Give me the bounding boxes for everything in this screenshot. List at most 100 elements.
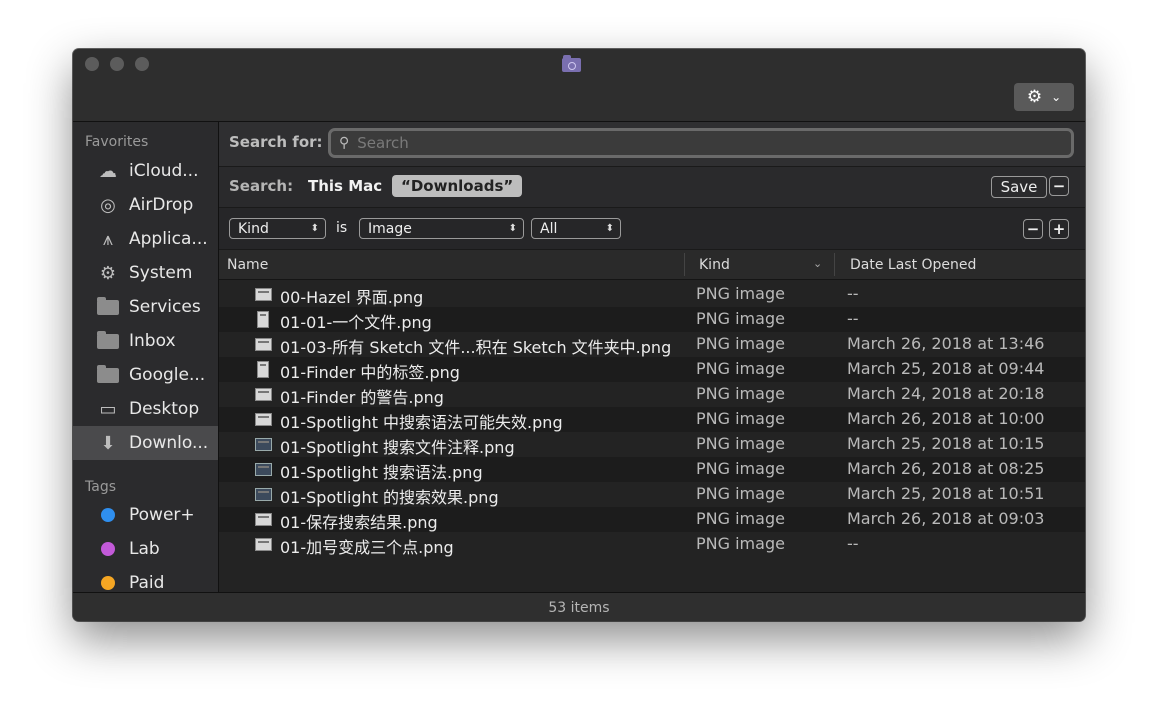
- file-name: 01-Spotlight 搜索语法.png: [280, 463, 483, 482]
- table-row[interactable]: 01-加号变成三个点.png PNG image --: [219, 532, 1085, 557]
- finder-window: ⚙ ⌄ Favorites ☁ iCloud... ◎ AirDrop ⩚ Ap…: [73, 49, 1085, 621]
- table-row[interactable]: 01-Spotlight 搜索文件注释.png PNG image March …: [219, 432, 1085, 457]
- file-kind: PNG image: [696, 384, 785, 403]
- file-kind: PNG image: [696, 534, 785, 553]
- sidebar-item-inbox[interactable]: Inbox: [73, 324, 218, 358]
- sidebar-item-label: Applica...: [129, 229, 208, 249]
- sidebar-item-label: Lab: [129, 539, 160, 559]
- image-thumbnail-icon: [255, 338, 272, 351]
- file-name: 01-Spotlight 中搜索语法可能失效.png: [280, 413, 563, 432]
- column-divider[interactable]: [684, 253, 685, 276]
- file-date: March 26, 2018 at 08:25: [847, 459, 1045, 478]
- sidebar-item-google[interactable]: Google...: [73, 358, 218, 392]
- image-thumbnail-icon: [255, 438, 272, 451]
- table-row[interactable]: 01-Finder 的警告.png PNG image March 24, 20…: [219, 382, 1085, 407]
- file-name: 01-保存搜索结果.png: [280, 513, 438, 532]
- sort-chevron-icon: ⌄: [813, 257, 823, 270]
- gear-icon: ⚙: [99, 262, 117, 284]
- desktop-icon: ▭: [99, 398, 117, 420]
- column-divider[interactable]: [834, 253, 835, 276]
- file-date: --: [847, 534, 859, 553]
- file-name: 01-加号变成三个点.png: [280, 538, 454, 557]
- zoom-window-button[interactable]: [135, 57, 149, 71]
- sidebar-item-icloud[interactable]: ☁ iCloud...: [73, 154, 218, 188]
- scope-downloads[interactable]: “Downloads”: [392, 175, 523, 197]
- save-search-button[interactable]: Save: [991, 176, 1047, 198]
- sidebar-item-label: Downlo...: [129, 433, 209, 453]
- scope-label: Search:: [229, 177, 294, 195]
- scope-this-mac[interactable]: This Mac: [308, 177, 382, 195]
- column-header-name[interactable]: Name: [227, 257, 268, 273]
- file-kind: PNG image: [696, 359, 785, 378]
- file-kind: PNG image: [696, 484, 785, 503]
- table-row[interactable]: 01-03-所有 Sketch 文件...积在 Sketch 文件夹中.png …: [219, 332, 1085, 357]
- column-header-kind[interactable]: Kind: [699, 257, 730, 273]
- favorites-header: Favorites: [85, 134, 149, 150]
- gear-icon: ⚙: [1026, 87, 1043, 107]
- table-row[interactable]: 01-保存搜索结果.png PNG image March 26, 2018 a…: [219, 507, 1085, 532]
- file-name: 01-Spotlight 搜索文件注释.png: [280, 438, 515, 457]
- value-popup[interactable]: Image ⬍: [359, 218, 524, 239]
- table-row[interactable]: 01-Spotlight 的搜索效果.png PNG image March 2…: [219, 482, 1085, 507]
- table-row[interactable]: 01-Finder 中的标签.png PNG image March 25, 2…: [219, 357, 1085, 382]
- sidebar-item-label: iCloud...: [129, 161, 199, 181]
- remove-criteria-button[interactable]: −: [1023, 219, 1043, 239]
- file-kind: PNG image: [696, 434, 785, 453]
- attribute-popup-label: Kind: [238, 220, 269, 237]
- close-window-button[interactable]: [85, 57, 99, 71]
- table-header: Name Kind ⌄ Date Last Opened: [219, 250, 1085, 280]
- action-menu-button[interactable]: ⚙ ⌄: [1014, 83, 1074, 111]
- image-thumbnail-icon: [255, 488, 272, 501]
- image-thumbnail-icon: [255, 513, 272, 526]
- table-row[interactable]: 01-Spotlight 中搜索语法可能失效.png PNG image Mar…: [219, 407, 1085, 432]
- remove-search-button[interactable]: −: [1049, 176, 1069, 196]
- applications-icon: ⩚: [102, 228, 114, 250]
- table-row[interactable]: 00-Hazel 界面.png PNG image --: [219, 282, 1085, 307]
- file-name: 01-03-所有 Sketch 文件...积在 Sketch 文件夹中.png: [280, 338, 672, 357]
- file-date: March 24, 2018 at 20:18: [847, 384, 1045, 403]
- downloads-icon: ⬇: [100, 432, 116, 454]
- file-kind: PNG image: [696, 309, 785, 328]
- table-row[interactable]: 01-01-一个文件.png PNG image --: [219, 307, 1085, 332]
- file-name: 01-Finder 的警告.png: [280, 388, 444, 407]
- column-header-date[interactable]: Date Last Opened: [850, 257, 976, 273]
- sidebar-item-system[interactable]: ⚙ System: [73, 256, 218, 290]
- image-thumbnail-icon: [255, 538, 272, 551]
- file-date: March 26, 2018 at 09:03: [847, 509, 1045, 528]
- sidebar-tag-lab[interactable]: Lab: [73, 532, 218, 566]
- file-kind: PNG image: [696, 459, 785, 478]
- minimize-window-button[interactable]: [110, 57, 124, 71]
- scope-popup[interactable]: All ⬍: [531, 218, 621, 239]
- sidebar-item-downloads[interactable]: ⬇ Downlo...: [73, 426, 218, 460]
- sidebar-tag-paid[interactable]: Paid: [73, 566, 218, 592]
- sidebar-item-airdrop[interactable]: ◎ AirDrop: [73, 188, 218, 222]
- image-thumbnail-icon: [255, 413, 272, 426]
- sidebar-item-label: Power+: [129, 505, 195, 525]
- sidebar-item-desktop[interactable]: ▭ Desktop: [73, 392, 218, 426]
- folder-icon: [96, 296, 120, 318]
- image-thumbnail-icon: [257, 311, 269, 328]
- file-date: March 25, 2018 at 10:15: [847, 434, 1045, 453]
- file-date: March 26, 2018 at 13:46: [847, 334, 1045, 353]
- file-name: 01-01-一个文件.png: [280, 313, 432, 332]
- search-field[interactable]: ⚲: [328, 128, 1074, 158]
- scope-popup-label: All: [540, 220, 558, 237]
- search-for-label: Search for:: [229, 133, 323, 151]
- file-date: March 25, 2018 at 10:51: [847, 484, 1045, 503]
- sidebar-item-services[interactable]: Services: [73, 290, 218, 324]
- title-bar: ⚙ ⌄: [73, 49, 1085, 122]
- sidebar-item-label: Paid: [129, 573, 165, 592]
- table-row[interactable]: 01-Spotlight 搜索语法.png PNG image March 26…: [219, 457, 1085, 482]
- attribute-popup[interactable]: Kind ⬍: [229, 218, 326, 239]
- sidebar-tag-power[interactable]: Power+: [73, 498, 218, 532]
- file-name: 01-Finder 中的标签.png: [280, 363, 460, 382]
- search-input[interactable]: [355, 133, 1040, 153]
- image-thumbnail-icon: [255, 288, 272, 301]
- sidebar-item-label: System: [129, 263, 193, 283]
- file-date: --: [847, 309, 859, 328]
- tag-dot-icon: [96, 572, 120, 592]
- add-criteria-button[interactable]: +: [1049, 219, 1069, 239]
- airdrop-icon: ◎: [100, 194, 116, 216]
- tag-dot-icon: [96, 504, 120, 526]
- sidebar-item-applications[interactable]: ⩚ Applica...: [73, 222, 218, 256]
